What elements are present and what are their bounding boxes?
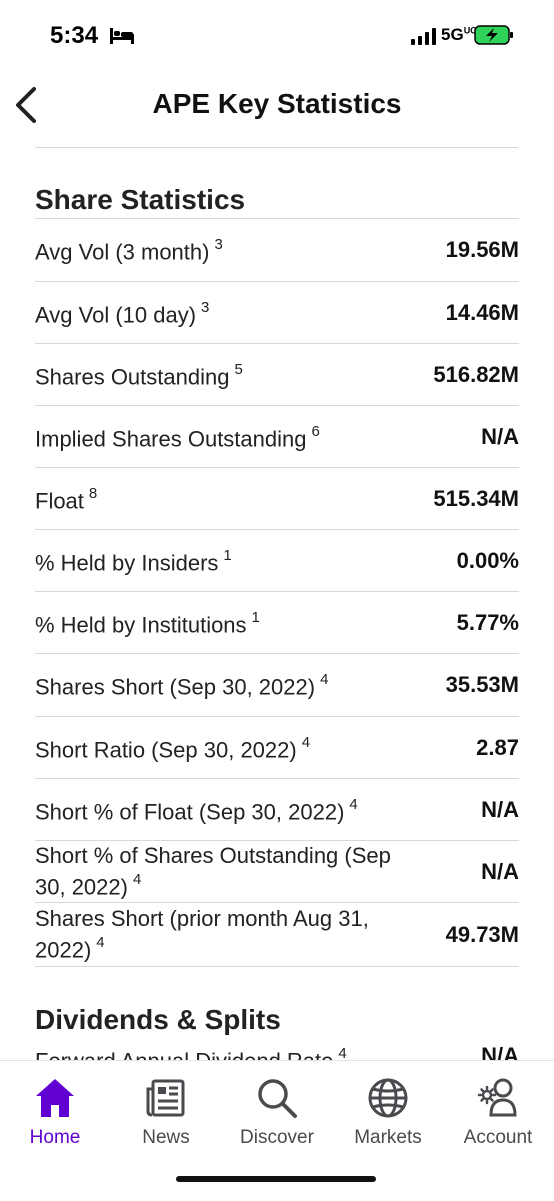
footnote-marker: 4 [301,733,311,751]
tab-label: Discover [240,1127,314,1148]
stat-value: 14.46M [445,299,519,325]
network-indicator: 5GUC [441,25,477,44]
stat-label: Shares Outstanding 5 [35,360,243,390]
footnote-marker: 8 [88,484,98,502]
stat-value: 0.00% [456,547,519,573]
stat-label: % Held by Insiders 1 [35,546,232,576]
tab-label: Home [29,1127,81,1148]
bed-icon [110,28,134,44]
tab-discover[interactable]: Discover [222,1075,332,1149]
footnote-marker: 1 [251,608,260,626]
stat-row: Shares Short (Sep 30, 2022) 4 35.53M [35,654,519,717]
footnote-marker: 6 [311,422,320,440]
footnote-marker: 4 [96,933,105,951]
stat-row: Avg Vol (10 day) 3 14.46M [35,282,519,344]
section-title-share-statistics: Share Statistics [35,184,246,215]
stat-row: Avg Vol (3 month) 3 19.56M [35,219,519,282]
stat-value: 5.77% [456,609,519,635]
footnote-marker: 5 [234,360,243,378]
stat-row: % Held by Insiders 1 0.00% [35,530,519,592]
stat-row: Short % of Float (Sep 30, 2022) 4 N/A [35,779,519,841]
stat-value: N/A [481,858,519,884]
battery-charging-icon [474,25,513,45]
stat-value: N/A [481,1043,519,1060]
stat-value: N/A [481,423,519,449]
stat-label: Shares Short (prior month Aug 31, 2022) 4 [35,905,369,963]
footnote-marker: 3 [201,298,210,316]
tab-label: News [142,1127,190,1148]
stat-row: Float 8 515.34M [35,468,519,530]
tab-label: Account [463,1127,533,1148]
page-title: APE Key Statistics [152,88,402,119]
footnote-marker: 3 [214,236,223,254]
section-title-dividends-splits: Dividends & Splits [35,1004,281,1035]
footnote-marker: 1 [223,546,232,564]
stat-label: Short % of Float (Sep 30, 2022) 4 [35,795,358,825]
stat-label: Short % of Shares Outstanding (Sep 30, 2… [35,842,391,900]
account-icon [477,1078,517,1117]
globe-icon [368,1078,408,1118]
home-indicator[interactable] [176,1176,376,1182]
stat-row: Short % of Shares Outstanding (Sep 30, 2… [35,841,519,903]
footnote-marker: 4 [132,870,142,888]
stat-label: Forward Annual Dividend Rate4 [35,1043,347,1060]
footnote-marker: 4 [338,1045,347,1060]
status-bar: 5:34 5GUC [0,0,554,70]
statistics-content[interactable]: Share Statistics Avg Vol (3 month) 3 19.5… [0,148,554,1060]
stat-value: N/A [481,796,519,822]
stat-label: Implied Shares Outstanding 6 [35,422,320,452]
stat-row: % Held by Institutions 1 5.77% [35,592,519,654]
nav-header: APE Key Statistics [0,70,554,148]
stat-label: Short Ratio (Sep 30, 2022) 4 [35,733,311,763]
stat-label: Shares Short (Sep 30, 2022) 4 [35,671,329,700]
tab-account[interactable]: Account [443,1075,553,1149]
stat-label: Float 8 [35,484,98,514]
stat-value: 19.56M [445,237,519,262]
footnote-marker: 4 [320,671,329,689]
stat-label: % Held by Institutions 1 [35,608,260,638]
status-time: 5:34 [50,22,99,49]
stat-row: Implied Shares Outstanding 6 N/A [35,406,519,468]
stat-value: 35.53M [445,672,519,697]
home-icon [36,1079,74,1117]
stat-row: Short Ratio (Sep 30, 2022) 4 2.87 [35,717,519,779]
stat-row: Shares Outstanding 5 516.82M [35,344,519,406]
signal-icon [411,28,436,45]
tab-label: Markets [354,1127,422,1148]
stat-value: 515.34M [433,485,519,511]
stat-label: Avg Vol (10 day) 3 [35,298,210,328]
news-icon [146,1079,185,1117]
search-icon [258,1079,297,1118]
stat-row: Shares Short (prior month Aug 31, 2022) 4… [35,903,519,967]
stat-row: Forward Annual Dividend Rate4 N/A [35,1043,519,1060]
tab-news[interactable]: News [111,1075,221,1149]
stat-value: 2.87 [476,734,519,760]
tab-markets[interactable]: Markets [333,1075,443,1149]
stat-value: 516.82M [433,361,519,387]
footnote-marker: 4 [349,795,358,813]
tab-home[interactable]: Home [0,1075,110,1149]
stat-label: Avg Vol (3 month) 3 [35,236,223,265]
stat-value: 49.73M [445,921,519,947]
